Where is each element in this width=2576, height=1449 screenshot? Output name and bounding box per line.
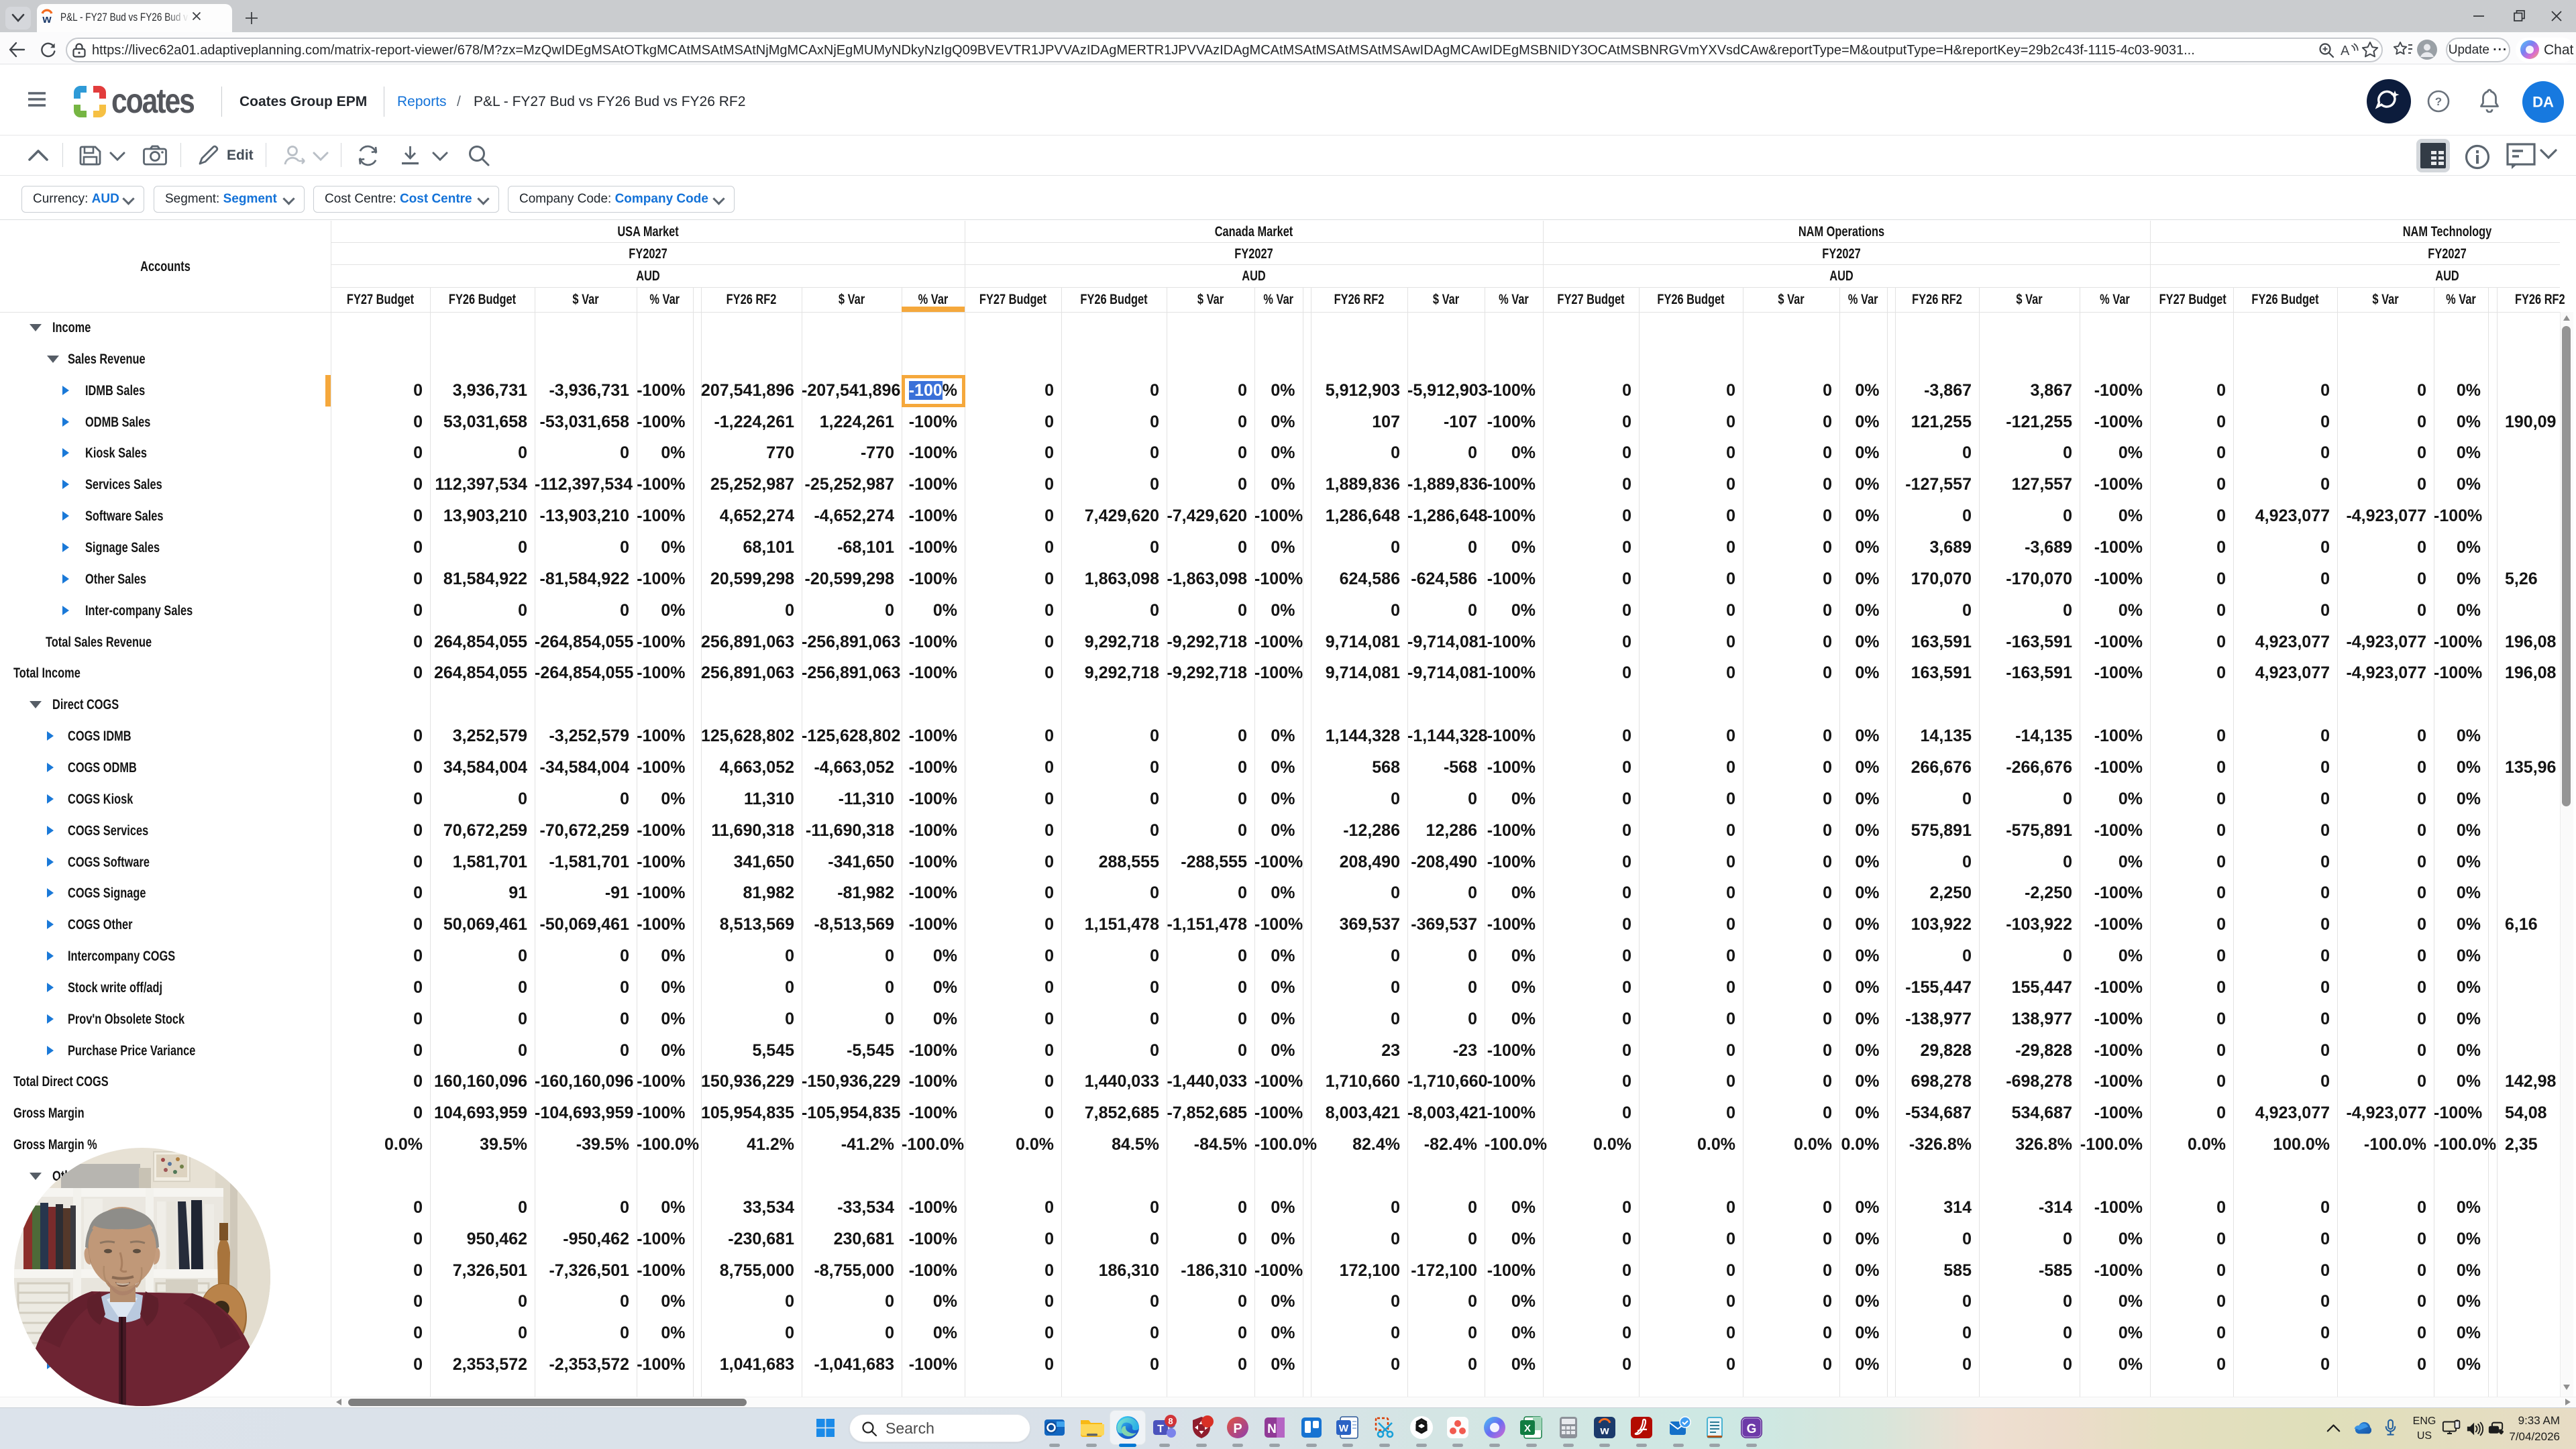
svg-text:?: ? xyxy=(2435,95,2442,108)
svg-text:T: T xyxy=(1157,1424,1164,1435)
svg-text:N: N xyxy=(1267,1422,1277,1436)
svg-text:X: X xyxy=(1524,1423,1531,1434)
svg-text:P: P xyxy=(1234,1421,1242,1436)
svg-text:w: w xyxy=(42,13,52,25)
svg-text:A: A xyxy=(2341,44,2350,58)
svg-text:w: w xyxy=(1600,1424,1610,1437)
svg-text:W: W xyxy=(1339,1423,1349,1434)
svg-text:DA: DA xyxy=(2532,94,2554,111)
svg-text:8: 8 xyxy=(1168,1416,1173,1426)
svg-text:G: G xyxy=(1747,1422,1757,1436)
